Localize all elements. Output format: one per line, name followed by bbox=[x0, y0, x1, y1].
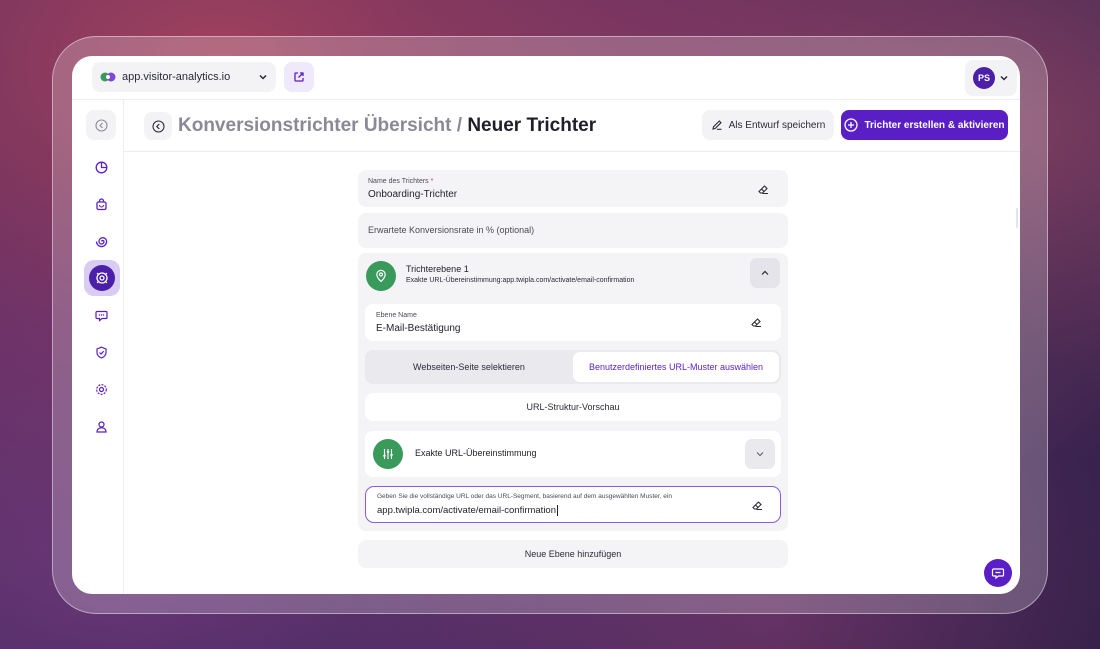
back-arrow-icon bbox=[151, 119, 165, 133]
url-pattern-input[interactable]: Geben Sie die vollständige URL oder das … bbox=[365, 486, 781, 523]
sliders-icon bbox=[383, 449, 393, 459]
location-pin-icon bbox=[376, 269, 386, 283]
level-name-value: E-Mail-Bestätigung bbox=[376, 323, 461, 334]
sidebar-item-feedback[interactable] bbox=[86, 300, 116, 330]
create-activate-label: Trichter erstellen & aktivieren bbox=[864, 119, 1005, 131]
funnel-name-value: Onboarding-Trichter bbox=[368, 189, 458, 200]
url-structure-preview-button[interactable]: URL-Struktur-Vorschau bbox=[365, 393, 781, 421]
save-draft-button[interactable]: Als Entwurf speichern bbox=[702, 110, 834, 140]
funnel-name-label: Name des Trichters * bbox=[368, 178, 433, 185]
chevron-down-icon bbox=[756, 452, 764, 457]
match-type-dropdown-button[interactable] bbox=[745, 439, 775, 469]
top-bar: app.visitor-analytics.io PS bbox=[72, 56, 1020, 100]
funnel-level-panel: Trichterebene 1 Exakte URL-Übereinstimmu… bbox=[358, 253, 788, 531]
chat-screen-icon bbox=[94, 310, 108, 322]
chevron-down-icon bbox=[259, 74, 267, 80]
breadcrumb-separator: / bbox=[451, 115, 468, 136]
back-button[interactable] bbox=[144, 112, 172, 140]
shield-icon bbox=[95, 346, 107, 359]
pencil-icon bbox=[711, 120, 722, 130]
sidebar-item-engagement[interactable] bbox=[86, 226, 116, 256]
support-chat-button[interactable] bbox=[984, 559, 1012, 587]
user-menu-button[interactable]: PS bbox=[965, 60, 1017, 96]
save-draft-label: Als Entwurf speichern bbox=[728, 119, 826, 131]
avatar: PS bbox=[973, 67, 995, 89]
create-activate-button[interactable]: Trichter erstellen & aktivieren bbox=[841, 110, 1008, 140]
external-link-icon bbox=[294, 72, 304, 82]
user-location-icon bbox=[95, 420, 107, 433]
level-title: Trichterebene 1 bbox=[406, 264, 469, 274]
select-page-option[interactable]: Webseiten-Seite selektieren bbox=[367, 352, 571, 382]
eraser-icon[interactable] bbox=[756, 182, 770, 196]
level-collapse-button[interactable] bbox=[750, 258, 780, 288]
level-pin-badge bbox=[366, 261, 396, 291]
dashboard-icon bbox=[95, 161, 107, 173]
chat-icon bbox=[991, 568, 1005, 580]
eraser-icon[interactable] bbox=[750, 498, 764, 512]
breadcrumb-current: Neuer Trichter bbox=[467, 115, 597, 136]
breadcrumb-overview[interactable]: Konversionstrichter Übersicht bbox=[178, 115, 451, 136]
external-link-button[interactable] bbox=[284, 62, 314, 92]
sidebar-item-funnels[interactable] bbox=[84, 260, 120, 296]
conversion-rate-placeholder: Erwartete Konversionsrate in % (optional… bbox=[368, 225, 535, 235]
chevron-up-icon bbox=[761, 270, 769, 275]
funnel-name-label-text: Name des Trichters bbox=[368, 178, 429, 185]
match-type-badge bbox=[373, 439, 403, 469]
sidebar-active-indicator bbox=[89, 265, 115, 291]
site-name: app.visitor-analytics.io bbox=[122, 71, 231, 83]
bag-icon bbox=[95, 197, 107, 210]
spiral-icon bbox=[95, 236, 107, 247]
eraser-icon[interactable] bbox=[749, 315, 763, 329]
url-mode-toggle: Webseiten-Seite selektieren Benutzerdefi… bbox=[365, 350, 781, 384]
sidebar-item-account[interactable] bbox=[86, 411, 116, 441]
level-subtitle: Exakte URL-Übereinstimmung:app.twipla.co… bbox=[406, 277, 635, 284]
app-window: app.visitor-analytics.io PS Konversionst… bbox=[72, 56, 1020, 594]
url-pattern-hint: Geben Sie die vollständige URL oder das … bbox=[377, 493, 672, 500]
level-name-field[interactable]: Ebene Name E-Mail-Bestätigung bbox=[365, 304, 781, 341]
page-header: Konversionstrichter Übersicht / Neuer Tr… bbox=[124, 100, 1020, 152]
site-logo-icon bbox=[100, 72, 116, 82]
plus-circle-icon bbox=[844, 118, 859, 132]
match-type-select[interactable]: Exakte URL-Übereinstimmung bbox=[365, 431, 781, 477]
url-pattern-value: app.twipla.com/activate/email-confirmati… bbox=[377, 505, 558, 516]
add-level-button[interactable]: Neue Ebene hinzufügen bbox=[358, 540, 788, 568]
conversion-rate-field[interactable]: Erwartete Konversionsrate in % (optional… bbox=[358, 213, 788, 248]
match-type-label: Exakte URL-Übereinstimmung bbox=[415, 448, 537, 458]
page-title: Konversionstrichter Übersicht / Neuer Tr… bbox=[178, 115, 596, 137]
sidebar-item-shop[interactable] bbox=[86, 189, 116, 219]
custom-url-pattern-option[interactable]: Benutzerdefiniertes URL-Muster auswählen bbox=[573, 352, 779, 382]
level-name-label: Ebene Name bbox=[376, 312, 417, 319]
scrollbar[interactable] bbox=[1016, 208, 1018, 228]
site-selector[interactable]: app.visitor-analytics.io bbox=[92, 62, 276, 92]
sidebar-item-privacy[interactable] bbox=[86, 337, 116, 367]
sidebar bbox=[72, 100, 124, 594]
sidebar-item-settings[interactable] bbox=[86, 374, 116, 404]
sidebar-collapse-button[interactable] bbox=[86, 110, 116, 140]
sidebar-item-dashboard[interactable] bbox=[86, 152, 116, 182]
chevron-down-icon bbox=[1000, 75, 1008, 81]
funnel-name-field[interactable]: Name des Trichters * Onboarding-Trichter bbox=[358, 170, 788, 207]
required-marker: * bbox=[430, 178, 434, 185]
gear-icon bbox=[95, 383, 107, 395]
funnel-target-icon bbox=[96, 272, 108, 284]
collapse-icon bbox=[94, 118, 108, 132]
text-caret bbox=[557, 505, 558, 516]
url-pattern-text: app.twipla.com/activate/email-confirmati… bbox=[377, 505, 556, 517]
